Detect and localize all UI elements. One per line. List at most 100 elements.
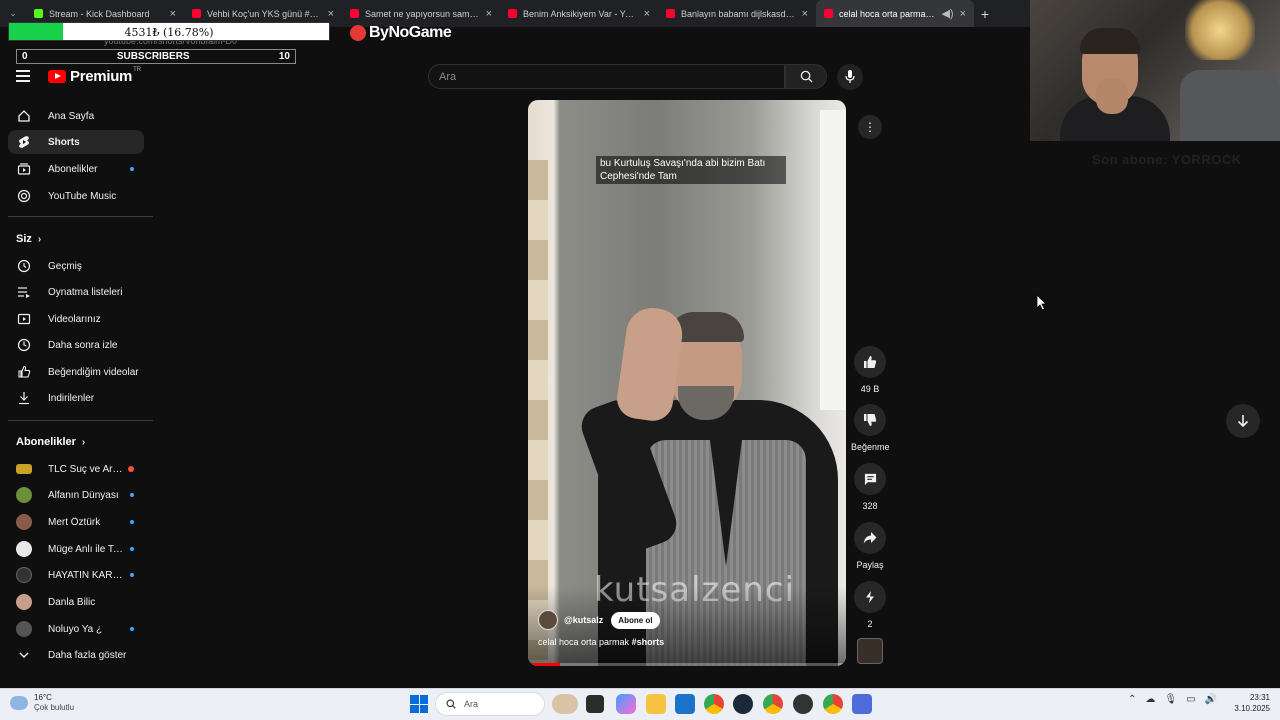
sidebar-item-label: YouTube Music	[48, 190, 117, 202]
chevron-up-icon[interactable]: ⌃	[1128, 694, 1136, 705]
tab-search-menu-icon[interactable]: ⌄	[0, 8, 26, 19]
task-view-icon[interactable]	[586, 695, 604, 713]
sidebar-item-liked-videos[interactable]: Beğendiğim videolar	[8, 360, 144, 384]
tab-close-icon[interactable]: ×	[486, 8, 492, 20]
cloud-sync-icon[interactable]: ☁	[1145, 694, 1155, 705]
video-title[interactable]: celal hoca orta parmak #shorts	[538, 637, 664, 647]
shorts-icon	[16, 134, 32, 150]
clock-date: 3.10.2025	[1234, 704, 1270, 713]
dislike-action[interactable]: Beğenme	[851, 404, 890, 452]
youtube-logo[interactable]: Premium TR	[48, 67, 141, 85]
share-button[interactable]	[854, 522, 886, 554]
sidebar-item-playlists[interactable]: Oynatma listeleri	[8, 280, 144, 304]
hamburger-menu-icon[interactable]	[16, 70, 30, 82]
channel-avatar[interactable]	[538, 610, 558, 630]
sidebar: Ana Sayfa Shorts Abonelikler YouTube Mus…	[0, 100, 155, 690]
search-icon	[446, 699, 456, 709]
system-tray: ⌃ ☁ 🎙 ▭ 🔊	[1128, 694, 1217, 705]
video-progress-bar[interactable]	[528, 663, 846, 666]
sidebar-item-watch-later[interactable]: Daha sonra izle	[8, 333, 144, 357]
sidebar-sub-hayatin[interactable]: HAYATIN KARAN...	[8, 563, 144, 587]
sidebar-item-shorts[interactable]: Shorts	[8, 130, 144, 154]
steam-icon[interactable]	[733, 694, 753, 714]
sound-thumbnail[interactable]	[857, 638, 883, 664]
sidebar-item-label: Videolarınız	[48, 313, 101, 325]
sidebar-item-your-videos[interactable]: Videolarınız	[8, 307, 144, 331]
sidebar-show-more[interactable]: Daha fazla göster	[8, 643, 144, 667]
shorts-video-player[interactable]: kutsalzenci bu Kurtuluş Savaşı'nda abi b…	[528, 100, 846, 666]
sidebar-item-label: Daha sonra izle	[48, 339, 118, 351]
comment-count: 328	[862, 501, 878, 511]
sponsor-name: ByNoGame	[369, 24, 452, 41]
sidebar-sub-danla[interactable]: Danla Bilic	[8, 590, 144, 614]
sidebar-item-history[interactable]: Geçmiş	[8, 254, 144, 278]
taskbar-search-input[interactable]: Ara	[435, 692, 545, 716]
app-icon[interactable]	[852, 694, 872, 714]
search-input[interactable]: Ara	[428, 64, 785, 89]
sidebar-item-home[interactable]: Ana Sayfa	[8, 104, 144, 128]
like-button[interactable]	[854, 346, 886, 378]
tab-close-icon[interactable]: ×	[644, 8, 650, 20]
like-action[interactable]: 49 B	[851, 346, 889, 394]
tab-close-icon[interactable]: ×	[802, 8, 808, 20]
subscribe-button[interactable]: Abone ol	[611, 611, 660, 629]
tab-close-icon[interactable]: ×	[960, 8, 966, 20]
video-frame-whiteboard	[820, 110, 846, 410]
sidebar-sub-muge[interactable]: Müge Anlı ile Tatl...	[8, 537, 144, 561]
webcam-lamp	[1185, 0, 1255, 60]
section-heading: Siz	[16, 233, 32, 245]
comment-icon	[864, 473, 876, 485]
remix-button[interactable]	[854, 581, 886, 613]
tab-celal-hoca[interactable]: celal hoca orta parmak #sh ◀) ×	[816, 0, 974, 27]
dislike-button[interactable]	[854, 404, 886, 436]
tab-close-icon[interactable]: ×	[170, 8, 176, 20]
avatar	[16, 487, 32, 503]
sidebar-sub-alfa[interactable]: Alfanın Dünyası	[8, 483, 144, 507]
sidebar-item-downloads[interactable]: İndirilenler	[8, 386, 144, 410]
sidebar-sub-mert[interactable]: Mert Öztürk	[8, 510, 144, 534]
tab-anksikiyem[interactable]: Benim Anksikiyem Var - YouTub ×	[500, 0, 658, 27]
search-button[interactable]	[785, 64, 827, 89]
obs-icon[interactable]	[793, 694, 813, 714]
voice-search-button[interactable]	[837, 64, 863, 90]
sidebar-sub-tlc[interactable]: TLC Suç ve Araşt...	[8, 457, 144, 481]
next-video-button[interactable]	[1226, 404, 1260, 438]
weather-widget[interactable]: 16°C Çok bulutlu	[10, 693, 74, 713]
last-subscriber-text: Son abone: YORROCK	[1092, 152, 1242, 167]
chrome-icon[interactable]	[704, 694, 724, 714]
sidebar-sub-noluyo[interactable]: Noluyo Ya ¿	[8, 617, 144, 641]
volume-icon[interactable]: 🔊	[1205, 694, 1217, 705]
new-content-dot	[130, 167, 134, 171]
taskbar-search-placeholder: Ara	[464, 699, 479, 709]
store-icon[interactable]	[675, 694, 695, 714]
channel-handle[interactable]: @kutsalz	[564, 615, 603, 625]
sidebar-item-youtube-music[interactable]: YouTube Music	[8, 184, 144, 208]
microphone-icon[interactable]: 🎙	[1164, 694, 1177, 705]
remix-action[interactable]: 2	[851, 581, 889, 629]
sidebar-item-label: Mert Öztürk	[48, 516, 101, 528]
windows-start-icon[interactable]	[410, 695, 428, 713]
taskbar-clock[interactable]: 23:31 3.10.2025	[1226, 692, 1270, 714]
share-action[interactable]: Paylaş	[851, 522, 889, 570]
comments-button[interactable]	[854, 463, 886, 495]
new-tab-button[interactable]: +	[974, 6, 996, 22]
liked-icon	[16, 364, 32, 380]
tab-close-icon[interactable]: ×	[328, 8, 334, 20]
copilot-icon[interactable]	[616, 694, 636, 714]
sidebar-item-subscriptions[interactable]: Abonelikler	[8, 157, 144, 181]
display-icon[interactable]: ▭	[1186, 694, 1195, 705]
new-content-dot	[130, 627, 134, 631]
video-hashtag[interactable]: #shorts	[632, 637, 665, 647]
youtube-favicon-icon	[192, 9, 201, 18]
sidebar-subscriptions-heading[interactable]: Abonelikler ›	[16, 436, 85, 448]
tab-audio-icon[interactable]: ◀)	[941, 7, 953, 20]
more-options-icon[interactable]: ⋮	[858, 115, 882, 139]
tab-banlayin[interactable]: Banlayın babamı dijlskasd - You ×	[658, 0, 816, 27]
file-explorer-icon[interactable]	[646, 694, 666, 714]
tab-samet[interactable]: Samet ne yapıyorsun sameTTT ×	[342, 0, 500, 27]
chrome-profile-icon[interactable]	[763, 694, 783, 714]
taskbar-widget-icon[interactable]	[552, 694, 578, 714]
chrome-active-icon[interactable]	[823, 694, 843, 714]
sidebar-you-heading[interactable]: Siz ›	[16, 233, 41, 245]
comments-action[interactable]: 328	[851, 463, 889, 511]
